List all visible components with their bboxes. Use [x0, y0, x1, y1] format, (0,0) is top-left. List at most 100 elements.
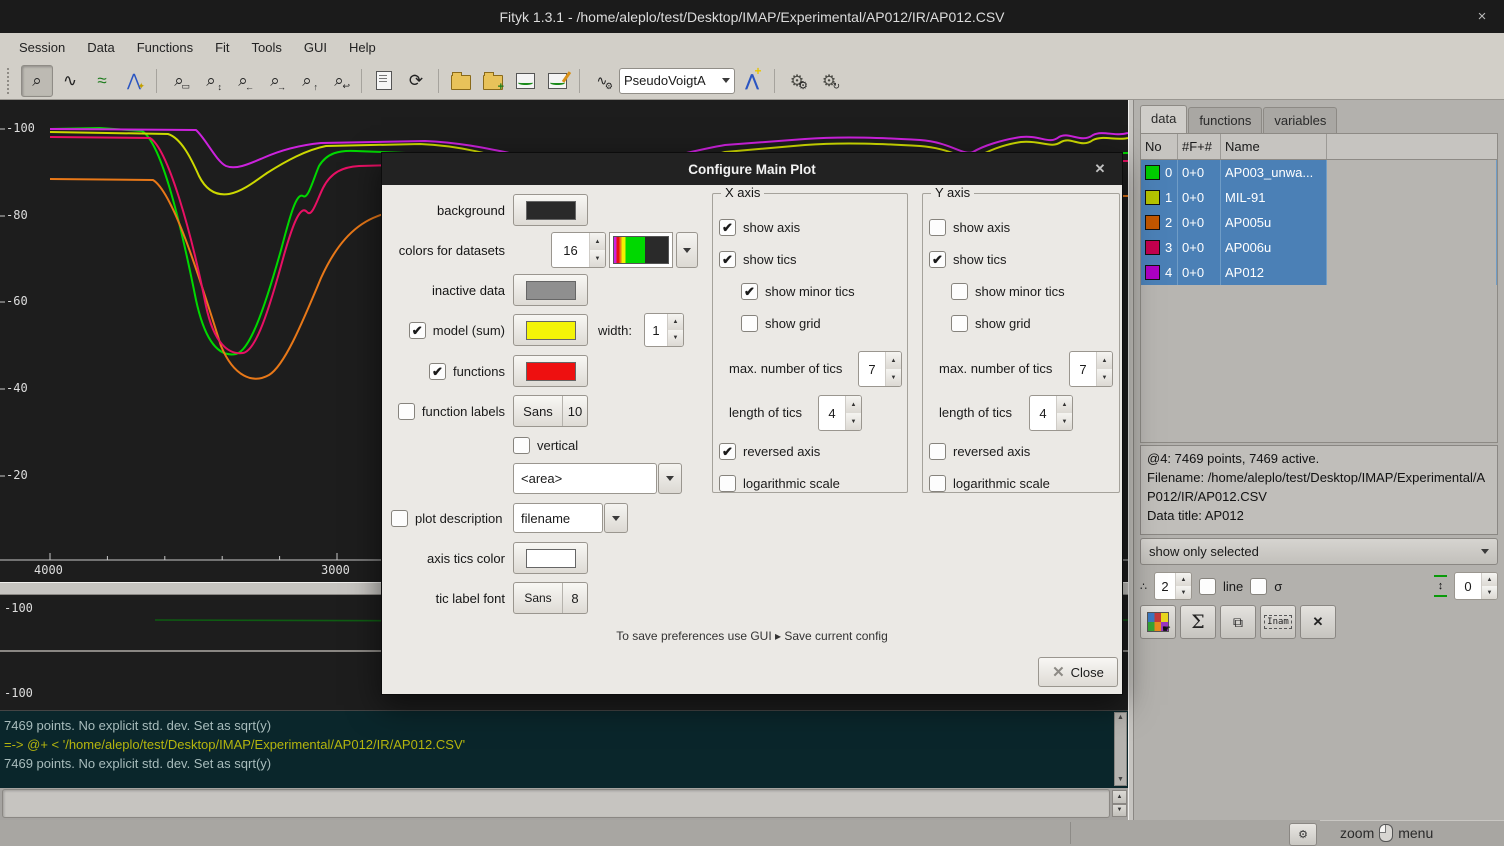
y-tic-length-spinner[interactable]: 4 — [1029, 395, 1073, 431]
spin-down-icon[interactable] — [886, 369, 901, 386]
dataset-color-swatch[interactable] — [1145, 265, 1160, 280]
show-filter-dropdown[interactable]: show only selected — [1140, 538, 1498, 565]
x-max-tics-value[interactable]: 7 — [859, 352, 885, 386]
y-reversed-checkbox[interactable] — [929, 443, 946, 460]
tic-label-font-button[interactable]: Sans 8 — [513, 582, 588, 614]
point-size-value[interactable]: 2 — [1155, 573, 1175, 599]
zoom-previous-button[interactable]: ⌕↩ — [324, 66, 354, 96]
delete-dataset-button[interactable]: ✕ — [1300, 605, 1336, 639]
spin-up-icon[interactable] — [1057, 396, 1072, 413]
function-label-font-button[interactable]: Sans 10 — [513, 395, 588, 427]
dataset-color-swatch[interactable] — [1145, 215, 1160, 230]
plot-description-checkbox[interactable] — [391, 510, 408, 527]
y-show-tics-checkbox[interactable] — [929, 251, 946, 268]
column-header-name[interactable]: Name — [1221, 134, 1327, 159]
zoom-mode-button[interactable]: ⌕ — [21, 65, 53, 97]
functions-color-button[interactable] — [513, 355, 588, 387]
y-tic-length-value[interactable]: 4 — [1030, 396, 1056, 430]
background-color-button[interactable] — [513, 194, 588, 226]
x-log-scale-checkbox[interactable] — [719, 475, 736, 492]
zoom-left-button[interactable]: ⌕← — [228, 66, 258, 96]
dialog-close-icon[interactable]: ✕ — [1088, 153, 1112, 185]
dataset-colors-preview[interactable] — [609, 232, 673, 268]
spin-down-icon[interactable] — [1097, 369, 1112, 386]
spin-up-icon[interactable] — [1176, 573, 1191, 586]
dataset-colors-count-spinner[interactable]: 16 — [551, 232, 606, 268]
spin-down-icon[interactable] — [668, 330, 683, 346]
table-row[interactable]: 2 0+0 AP005u — [1141, 210, 1497, 235]
x-max-tics-spinner[interactable]: 7 — [858, 351, 902, 387]
dataset-color-swatch[interactable] — [1145, 165, 1160, 180]
shift-value[interactable]: 0 — [1455, 573, 1481, 599]
model-sum-checkbox[interactable] — [409, 322, 426, 339]
tab-functions[interactable]: functions — [1188, 107, 1262, 133]
spin-down-icon[interactable] — [1057, 413, 1072, 430]
spin-up-icon[interactable] — [1482, 573, 1497, 586]
scroll-up-icon[interactable]: ▲ — [1117, 713, 1124, 723]
save-session-as-button[interactable] — [542, 66, 572, 96]
dataset-color-swatch[interactable] — [1145, 240, 1160, 255]
menu-data[interactable]: Data — [78, 36, 123, 59]
open-data-append-button[interactable] — [478, 66, 508, 96]
x-show-grid-checkbox[interactable] — [741, 315, 758, 332]
fit-button[interactable]: ⚙⚙ — [782, 66, 812, 96]
tab-data[interactable]: data — [1140, 105, 1187, 133]
spin-down-icon[interactable] — [846, 413, 861, 430]
vertical-checkbox[interactable] — [513, 437, 530, 454]
y-max-tics-value[interactable]: 7 — [1070, 352, 1096, 386]
x-show-minor-tics-checkbox[interactable] — [741, 283, 758, 300]
zoom-up-button[interactable]: ⌕↑ — [292, 66, 322, 96]
dataset-colors-button[interactable] — [1140, 605, 1176, 639]
x-tic-length-value[interactable]: 4 — [819, 396, 845, 430]
data-range-mode-button[interactable]: ∿ — [55, 66, 85, 96]
edit-functions-button[interactable]: ∿⚙ — [587, 66, 617, 96]
add-point-mode-button[interactable]: ≈ — [87, 66, 117, 96]
sum-datasets-button[interactable]: Σ — [1180, 605, 1216, 639]
menu-gui[interactable]: GUI — [295, 36, 336, 59]
zoom-vertical-button[interactable]: ⌕↕ — [196, 66, 226, 96]
model-color-button[interactable] — [513, 314, 588, 346]
menu-fit[interactable]: Fit — [206, 36, 238, 59]
show-log-button[interactable] — [369, 66, 399, 96]
x-tic-length-spinner[interactable]: 4 — [818, 395, 862, 431]
y-max-tics-spinner[interactable]: 7 — [1069, 351, 1113, 387]
spin-up-icon[interactable] — [590, 233, 605, 250]
spin-up-icon[interactable] — [668, 314, 683, 330]
open-data-button[interactable] — [446, 66, 476, 96]
functions-checkbox[interactable] — [429, 363, 446, 380]
x-show-axis-checkbox[interactable] — [719, 219, 736, 236]
column-header-fpf[interactable]: #F+# — [1178, 134, 1221, 159]
x-reversed-checkbox[interactable] — [719, 443, 736, 460]
tab-variables[interactable]: variables — [1263, 107, 1337, 133]
menu-tools[interactable]: Tools — [243, 36, 291, 59]
point-size-spinner[interactable]: 2 — [1154, 572, 1192, 600]
spin-up-icon[interactable] — [1097, 352, 1112, 369]
plot-description-field[interactable]: filename — [513, 503, 603, 533]
toolbar-grip[interactable] — [7, 68, 16, 94]
auto-add-peak-button[interactable]: ⋀ — [737, 66, 767, 96]
dialog-close-button[interactable]: ✕ Close — [1038, 657, 1118, 687]
model-width-value[interactable]: 1 — [645, 314, 667, 346]
console-scrollbar[interactable]: ▲ ▼ — [1114, 712, 1127, 786]
spin-up-icon[interactable] — [886, 352, 901, 369]
model-width-spinner[interactable]: 1 — [644, 313, 684, 347]
fit-continue-button[interactable]: ⚙↻ — [814, 66, 844, 96]
shift-spinner[interactable]: 0 — [1454, 572, 1498, 600]
peak-draw-mode-button[interactable]: ⋀✦ — [119, 66, 149, 96]
window-close-icon[interactable]: × — [1468, 0, 1496, 33]
dataset-colors-count[interactable]: 16 — [552, 233, 589, 267]
command-history-spinner[interactable]: ▲ ▼ — [1112, 790, 1127, 817]
column-header-no[interactable]: No — [1141, 134, 1178, 159]
line-checkbox[interactable] — [1199, 578, 1216, 595]
scroll-down-icon[interactable]: ▼ — [1117, 775, 1124, 785]
table-row[interactable]: 1 0+0 MIL-91 — [1141, 185, 1497, 210]
x-show-tics-checkbox[interactable] — [719, 251, 736, 268]
y-show-minor-tics-checkbox[interactable] — [951, 283, 968, 300]
y-show-grid-checkbox[interactable] — [951, 315, 968, 332]
zoom-right-button[interactable]: ⌕→ — [260, 66, 290, 96]
table-row[interactable]: 4 0+0 AP012 — [1141, 260, 1497, 285]
plot-description-dropdown-button[interactable] — [604, 503, 628, 533]
spin-up-icon[interactable] — [846, 396, 861, 413]
spin-up-icon[interactable]: ▲ — [1112, 790, 1127, 804]
dataset-color-swatch[interactable] — [1145, 190, 1160, 205]
